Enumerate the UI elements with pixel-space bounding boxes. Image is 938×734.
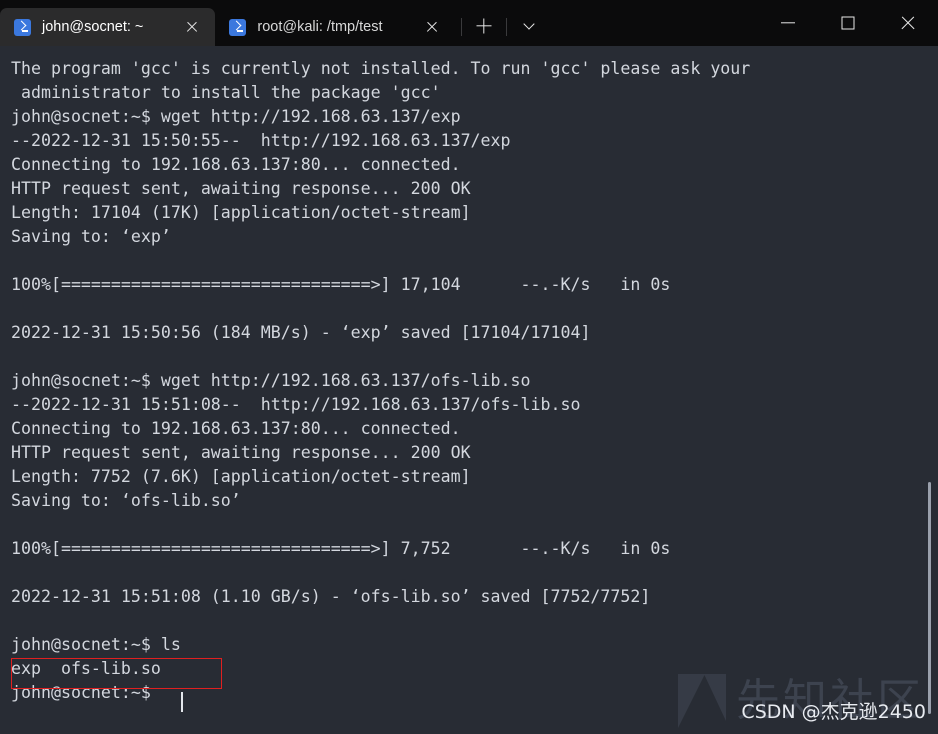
tab-john-socnet[interactable]: john@socnet: ~ [0,8,216,46]
terminal-line: Length: 7752 (7.6K) [application/octet-s… [11,467,471,486]
terminal-line: Saving to: ‘ofs-lib.so’ [11,491,241,510]
terminal-line: john@socnet:~$ wget http://192.168.63.13… [11,107,461,126]
terminal-line: --2022-12-31 15:51:08-- http://192.168.6… [11,395,581,414]
terminal-line: 2022-12-31 15:51:08 (1.10 GB/s) - ‘ofs-l… [11,587,651,606]
terminal-line: exp ofs-lib.so [11,659,161,678]
tab-title: root@kali: /tmp/test [257,19,383,35]
terminal-line: 2022-12-31 15:50:56 (184 MB/s) - ‘exp’ s… [11,323,591,342]
terminal-output: The program 'gcc' is currently not insta… [11,57,938,705]
terminal-line: HTTP request sent, awaiting response... … [11,443,471,462]
terminal-line: Length: 17104 (17K) [application/octet-s… [11,203,471,222]
tab-title: john@socnet: ~ [42,19,144,35]
minimize-icon[interactable] [758,0,818,46]
tab-strip: john@socnet: ~ root@kali: /tmp/test [0,0,545,46]
csdn-credit: CSDN @杰克逊2450 [741,701,926,723]
text-cursor [181,692,183,712]
terminal-line: HTTP request sent, awaiting response... … [11,179,471,198]
scrollbar-thumb[interactable] [928,482,931,714]
terminal-prompt-icon [229,18,247,36]
terminal-line: The program 'gcc' is currently not insta… [11,59,751,78]
close-icon[interactable] [417,12,447,42]
terminal-line: 100%[===============================>] 7… [11,539,671,558]
tab-root-kali[interactable]: root@kali: /tmp/test [215,8,454,46]
terminal-line: 100%[===============================>] 1… [11,275,671,294]
tab-strip-divider [505,18,507,36]
terminal-line: --2022-12-31 15:50:55-- http://192.168.6… [11,131,511,150]
terminal-viewport[interactable]: 先知社区 The program 'gcc' is currently not … [0,46,938,734]
plus-icon[interactable] [468,10,500,42]
terminal-line: Saving to: ‘exp’ [11,227,171,246]
terminal-line: Connecting to 192.168.63.137:80... conne… [11,155,461,174]
scrollbar[interactable] [924,46,938,734]
maximize-icon[interactable] [818,0,878,46]
terminal-window: john@socnet: ~ root@kali: /tmp/test 先知社区… [0,0,938,734]
terminal-line: john@socnet:~$ wget http://192.168.63.13… [11,371,531,390]
terminal-line: Connecting to 192.168.63.137:80... conne… [11,419,461,438]
terminal-prompt-icon [14,18,31,36]
terminal-line: administrator to install the package 'gc… [11,83,441,102]
window-controls [758,0,938,46]
terminal-line: john@socnet:~$ ls [11,635,181,654]
close-icon[interactable] [878,0,938,46]
chevron-down-icon[interactable] [513,10,545,42]
tab-strip-divider [460,18,462,36]
title-bar: john@socnet: ~ root@kali: /tmp/test [0,0,938,46]
close-icon[interactable] [177,12,207,42]
